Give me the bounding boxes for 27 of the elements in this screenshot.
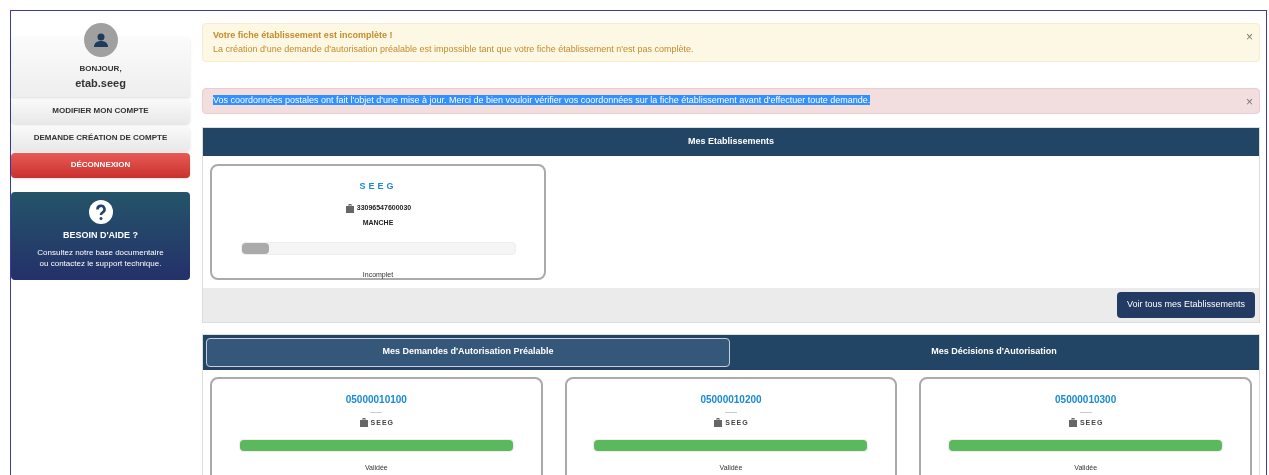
- greeting: BONJOUR,: [79, 63, 122, 75]
- alert-message: Vos coordonnées postales ont fait l'objet d'une mise à jour. Merci de bien vouloir vérifier vos coordonnées sur la fiche établissement avant d'effectuer toute demande.: [213, 94, 872, 107]
- alert-title: Votre fiche établissement est incomplète !: [213, 29, 394, 42]
- tab[interactable]: Mes Demandes d'Autorisation Préalable: [206, 337, 730, 367]
- username: etab.seeg: [75, 76, 126, 91]
- alert-message: La création d'une demande d'autorisation préalable est impossible tant que votre fiche établissement n'est pas complète.: [213, 42, 695, 56]
- building-icon: [1067, 418, 1078, 428]
- request-number: 05000010200: [700, 392, 762, 407]
- building-icon: [344, 203, 355, 213]
- building-icon: [713, 418, 724, 428]
- help-text: ou contactez le support technique.: [39, 258, 162, 269]
- close-button[interactable]: ×: [1246, 93, 1253, 111]
- close-button[interactable]: ×: [1246, 28, 1253, 46]
- account-menu-button[interactable]: MODIFIER MON COMPTE: [11, 98, 190, 124]
- avatar-icon: [83, 23, 118, 57]
- request-number: 05000010100: [345, 392, 407, 407]
- help-icon: [88, 199, 113, 224]
- help-title: BESOIN D'AIDE ?: [62, 228, 139, 242]
- establishment-name: SEEG: [359, 179, 397, 193]
- request-number: 05000010300: [1055, 392, 1117, 407]
- view-all-button[interactable]: Voir tous mes Etablissements: [1116, 291, 1255, 318]
- tab[interactable]: Mes Décisions d'Autorisation: [732, 337, 1256, 367]
- building-icon: [358, 418, 369, 428]
- account-menu-button[interactable]: DÉCONNEXION: [11, 152, 190, 178]
- help-text: Consultez notre base documentaire: [37, 247, 164, 258]
- panel-title: Mes Etablissements: [687, 134, 774, 148]
- account-menu-button[interactable]: DEMANDE CRÉATION DE COMPTE: [11, 125, 190, 151]
